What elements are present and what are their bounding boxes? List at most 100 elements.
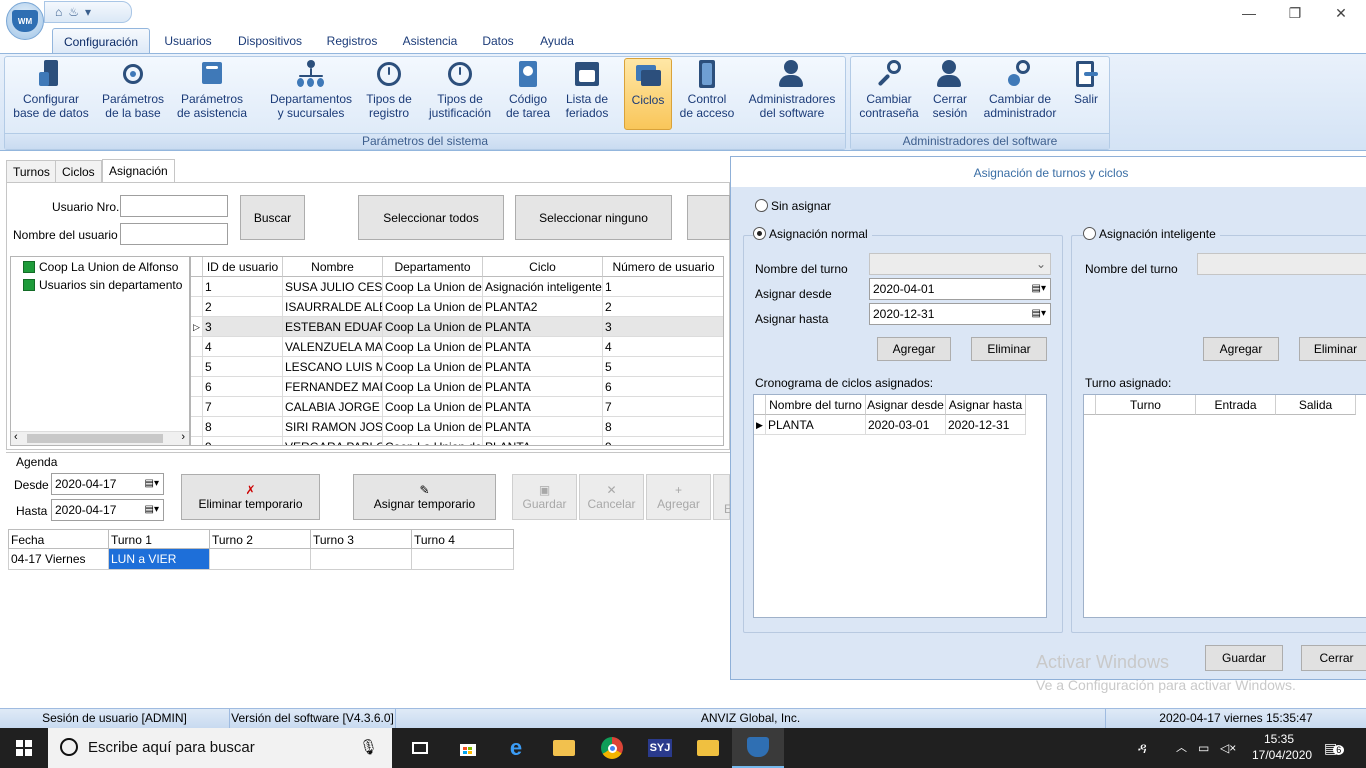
sched-cell-turno1[interactable]: LUN a VIER	[109, 549, 210, 570]
users-table-cell[interactable]: 8	[603, 417, 723, 437]
users-table-cell[interactable]: ESTEBAN EDUARD	[283, 317, 383, 337]
close-button[interactable]: ✕	[1318, 2, 1364, 26]
minimize-button[interactable]: —	[1226, 2, 1272, 26]
users-table-cell[interactable]: 7	[603, 397, 723, 417]
users-table-cell[interactable]: PLANTA	[483, 317, 603, 337]
asignar-temporario-button[interactable]: ✎ Asignar temporario	[353, 474, 496, 520]
col-header-numero[interactable]: Número de usuario	[603, 257, 723, 277]
select-all-button[interactable]: Seleccionar todos	[358, 195, 504, 240]
store-icon[interactable]	[444, 728, 492, 768]
control-acceso-button[interactable]: Control de acceso	[676, 58, 738, 130]
col-header-departamento[interactable]: Departamento	[383, 257, 483, 277]
row-selector[interactable]	[191, 337, 203, 357]
users-table-cell[interactable]: VERGARA PABLO	[283, 437, 383, 445]
codigo-tarea-button[interactable]: Código de tarea	[502, 58, 554, 130]
salir-button[interactable]: Salir	[1068, 58, 1104, 130]
row-selector[interactable]	[191, 377, 203, 397]
scroll-right-icon[interactable]: ›	[181, 431, 185, 443]
sin-asignar-radio[interactable]: Sin asignar	[755, 199, 831, 213]
mail-app-icon[interactable]	[684, 728, 732, 768]
current-row-arrow-icon[interactable]: ▷	[191, 317, 203, 337]
tab-ayuda[interactable]: Ayuda	[530, 28, 584, 54]
user-name-input[interactable]	[120, 223, 228, 245]
users-table-cell[interactable]: 1	[603, 277, 723, 297]
schedule-table[interactable]: Fecha Turno 1 Turno 2 Turno 3 Turno 4 04…	[8, 529, 730, 707]
network-icon[interactable]: ▭	[1198, 728, 1209, 768]
users-table-cell[interactable]: Coop La Union de	[383, 277, 483, 297]
users-table-cell[interactable]: Asignación inteligente	[483, 277, 603, 297]
users-table-cell[interactable]: PLANTA	[483, 397, 603, 417]
microphone-icon[interactable]: 🎙	[359, 728, 378, 768]
users-table-cell[interactable]: Coop La Union de	[383, 337, 483, 357]
task-view-icon[interactable]	[396, 728, 444, 768]
cambiar-administrador-button[interactable]: Cambiar de administrador	[978, 58, 1062, 130]
subtab-asignacion[interactable]: Asignación	[102, 159, 175, 182]
dropdown-icon[interactable]: ▾	[85, 5, 91, 19]
users-table-cell[interactable]: VALENZUELA MAI	[283, 337, 383, 357]
app-logo-button[interactable]: WM	[6, 2, 44, 40]
agenda-cancelar-button[interactable]: ✕ Cancelar	[579, 474, 644, 520]
tab-dispositivos[interactable]: Dispositivos	[228, 28, 312, 54]
tipos-justificacion-button[interactable]: Tipos de justificación	[424, 58, 496, 130]
users-table-cell[interactable]: PLANTA2	[483, 297, 603, 317]
home-icon[interactable]: ⌂	[55, 5, 62, 19]
restore-button[interactable]: ❐	[1272, 2, 1318, 26]
users-table-cell[interactable]: PLANTA	[483, 377, 603, 397]
asignar-hasta-picker[interactable]: 2020-12-31 ▤▾	[869, 303, 1051, 325]
dialog-cerrar-button[interactable]: Cerrar	[1301, 645, 1366, 671]
cron-cell-desde[interactable]: 2020-03-01	[866, 415, 946, 435]
windows-start-icon[interactable]	[0, 728, 48, 768]
users-table-cell[interactable]: FERNANDEZ MAR	[283, 377, 383, 397]
normal-eliminar-button[interactable]: Eliminar	[971, 337, 1047, 361]
lista-feriados-button[interactable]: Lista de feriados	[560, 58, 614, 130]
nombre-turno-select[interactable]: ⌄	[869, 253, 1051, 275]
smart-nombre-turno-select[interactable]	[1197, 253, 1366, 275]
scroll-thumb[interactable]	[27, 434, 163, 443]
cron-header-nombre[interactable]: Nombre del turno	[766, 395, 866, 415]
anviz-app-taskbar-icon[interactable]	[732, 728, 784, 768]
scroll-left-icon[interactable]: ‹	[14, 431, 18, 443]
users-table-cell[interactable]: 4	[603, 337, 723, 357]
asignacion-normal-radio[interactable]: Asignación normal	[753, 227, 872, 241]
users-table-cell[interactable]: LESCANO LUIS M	[283, 357, 383, 377]
tray-clock[interactable]: 15:35 17/04/2020	[1252, 731, 1312, 768]
syj-app-icon[interactable]: SYJ	[636, 728, 684, 768]
cron-header-hasta[interactable]: Asignar hasta	[946, 395, 1026, 415]
ciclos-button[interactable]: Ciclos	[624, 58, 672, 130]
sched-cell-turno4[interactable]	[412, 549, 514, 570]
salida-header[interactable]: Salida	[1276, 395, 1356, 415]
users-table-cell[interactable]: 3	[603, 317, 723, 337]
col-header-id[interactable]: ID de usuario	[203, 257, 283, 277]
users-table-cell[interactable]: 2	[603, 297, 723, 317]
eliminar-temporario-button[interactable]: ✗ Eliminar temporario	[181, 474, 320, 520]
cron-header-desde[interactable]: Asignar desde	[866, 395, 946, 415]
col-header-ciclo[interactable]: Ciclo	[483, 257, 603, 277]
configurar-base-datos-button[interactable]: Configurar base de datos	[12, 58, 90, 130]
users-table-cell[interactable]: 4	[203, 337, 283, 357]
cron-cell-hasta[interactable]: 2020-12-31	[946, 415, 1026, 435]
subtab-ciclos[interactable]: Ciclos	[55, 160, 102, 182]
users-table-cell[interactable]: PLANTA	[483, 357, 603, 377]
users-table-cell[interactable]: 9	[203, 437, 283, 445]
users-icon[interactable]: ♨	[68, 5, 79, 19]
people-icon[interactable]: ዳ	[1138, 728, 1147, 768]
truncated-button[interactable]	[687, 195, 730, 240]
col-header-nombre[interactable]: Nombre	[283, 257, 383, 277]
buscar-button[interactable]: Buscar	[240, 195, 305, 240]
users-table-cell[interactable]: Coop La Union de	[383, 397, 483, 417]
row-selector[interactable]	[191, 437, 203, 445]
sched-cell-turno2[interactable]	[210, 549, 311, 570]
users-table-cell[interactable]: Coop La Union de	[383, 437, 483, 445]
normal-agregar-button[interactable]: Agregar	[877, 337, 951, 361]
row-selector[interactable]	[191, 397, 203, 417]
cronograma-table[interactable]: Nombre del turno Asignar desde Asignar h…	[753, 394, 1047, 618]
parametros-asistencia-button[interactable]: Parámetros de asistencia	[174, 58, 250, 130]
users-table-cell[interactable]: 8	[203, 417, 283, 437]
edge-icon[interactable]: e	[492, 728, 540, 768]
file-explorer-icon[interactable]	[540, 728, 588, 768]
users-table[interactable]: ID de usuario Nombre Departamento Ciclo …	[190, 256, 724, 446]
calendar-dropdown-icon[interactable]: ▤▾	[145, 474, 159, 494]
users-table-cell[interactable]: PLANTA	[483, 437, 603, 445]
row-selector[interactable]	[191, 417, 203, 437]
users-table-cell[interactable]: Coop La Union de	[383, 357, 483, 377]
